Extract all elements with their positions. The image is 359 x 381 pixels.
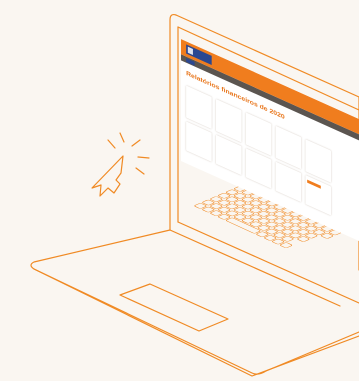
- card-value: [188, 89, 210, 99]
- card-value: [307, 143, 329, 153]
- cursor-click-icon: [91, 132, 150, 197]
- card-value: [218, 103, 240, 113]
- logo-mark-icon: [187, 46, 193, 56]
- illustration: Relatórios financeiros de 2020: [0, 0, 359, 381]
- card-note: [307, 143, 329, 153]
- card-note: [188, 89, 210, 99]
- card-note: [218, 103, 240, 113]
- card-value: [247, 116, 269, 126]
- card-button[interactable]: [307, 179, 321, 189]
- card-note: [277, 130, 299, 140]
- card-note: [247, 116, 269, 126]
- card-value: [277, 130, 299, 140]
